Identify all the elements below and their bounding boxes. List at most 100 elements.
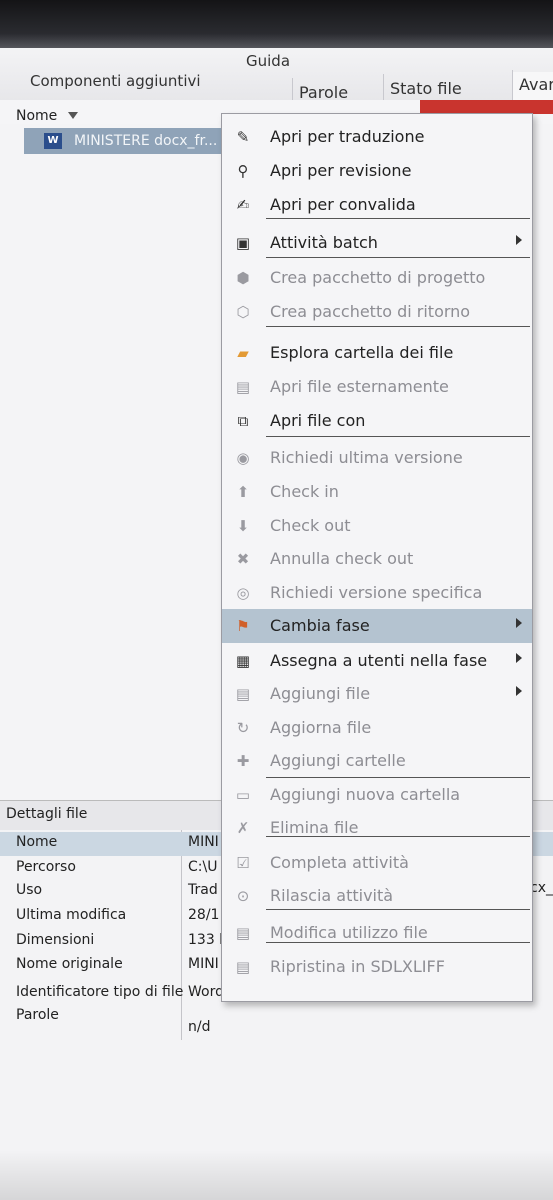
details-value: n/d xyxy=(188,1019,211,1035)
menu-item[interactable]: ⧉ Apri file con xyxy=(222,404,532,438)
truncated-value: cx_ xyxy=(530,880,553,896)
menu-item-label: Rilascia attività xyxy=(270,886,394,905)
sort-down-icon[interactable] xyxy=(68,112,78,119)
menu-item-label: Check in xyxy=(270,482,339,501)
details-value: 133 l xyxy=(188,932,224,948)
menu-item-label: Cambia fase xyxy=(270,616,370,635)
details-value: MINI xyxy=(188,956,219,972)
menu-separator xyxy=(266,436,530,437)
menu-item[interactable]: ✗ Elimina file xyxy=(222,811,532,845)
menu-item[interactable]: ⬡ Crea pacchetto di ritorno xyxy=(222,295,532,329)
details-key: Nome originale xyxy=(16,956,123,972)
menu-item-label: Apri file con xyxy=(270,411,366,430)
menu-item-label: Esplora cartella dei file xyxy=(270,343,454,362)
details-key: Dimensioni xyxy=(16,932,95,948)
chevron-right-icon xyxy=(516,653,522,663)
details-key: Identificatore tipo di file xyxy=(16,984,184,1000)
menu-item[interactable]: ▤ Ripristina in SDLXLIFF xyxy=(222,950,532,984)
menu-item-label: Aggiungi nuova cartella xyxy=(270,785,461,804)
menu-item[interactable]: ▤ Apri file esternamente xyxy=(222,370,532,404)
file-details-title: Dettagli file xyxy=(6,806,88,822)
details-key: Ultima modifica xyxy=(16,907,127,923)
menu-item-label: Richiedi versione specifica xyxy=(270,583,483,602)
details-key: Nome xyxy=(16,834,58,850)
menu-separator xyxy=(266,942,530,943)
open-with-icon: ⧉ xyxy=(237,412,249,430)
progress-bar xyxy=(420,100,553,114)
menu-addons[interactable]: Componenti aggiuntivi xyxy=(30,72,201,90)
chevron-right-icon xyxy=(516,618,522,628)
latest-version-icon: ◉ xyxy=(236,449,250,467)
menu-item[interactable]: ✚ Aggiungi cartelle xyxy=(222,744,532,778)
package-icon: ⬢ xyxy=(236,269,250,287)
menu-separator xyxy=(266,836,530,837)
menu-item-label: Richiedi ultima versione xyxy=(270,448,463,467)
add-file-icon: ▤ xyxy=(235,685,251,703)
menu-item-label: Apri per revisione xyxy=(270,161,412,180)
details-value: MINI xyxy=(188,834,219,850)
menu-item[interactable]: ⬢ Crea pacchetto di progetto xyxy=(222,261,532,295)
menu-separator xyxy=(266,218,530,219)
menu-item[interactable]: ⚑ Cambia fase xyxy=(222,609,532,643)
specific-version-icon: ◎ xyxy=(236,584,250,602)
menu-item[interactable]: ⊙ Rilascia attività xyxy=(222,879,532,913)
menu-separator xyxy=(266,777,530,778)
file-row[interactable]: W MINISTERE docx_fr... xyxy=(24,128,224,154)
column-progress[interactable]: Avar xyxy=(512,70,553,100)
file-name: MINISTERE docx_fr... xyxy=(74,133,218,149)
menu-item-label: Ripristina in SDLXLIFF xyxy=(270,957,445,976)
batch-icon: ▣ xyxy=(235,234,251,252)
details-row[interactable]: Parole n/d xyxy=(0,1005,553,1035)
update-file-icon: ↻ xyxy=(236,719,250,737)
new-folder-icon: ▭ xyxy=(235,786,251,804)
menu-item[interactable]: ▣ Attività batch xyxy=(222,226,532,260)
menu-separator xyxy=(266,326,530,327)
chevron-right-icon xyxy=(516,686,522,696)
menu-item-label: Aggiungi cartelle xyxy=(270,751,406,770)
menu-item[interactable]: ☑ Completa attività xyxy=(222,846,532,880)
menu-item-label: Apri per convalida xyxy=(270,195,416,214)
checkbox-icon: ☑ xyxy=(236,854,250,872)
check-in-icon: ⬆ xyxy=(236,483,250,501)
menu-item[interactable]: ▰ Esplora cartella dei file xyxy=(222,336,532,370)
menu-item[interactable]: ✖ Annulla check out xyxy=(222,542,532,576)
calendar-icon: ▦ xyxy=(235,652,251,670)
menu-item[interactable]: ▦ Assegna a utenti nella fase xyxy=(222,644,532,678)
pencil-icon: ✎ xyxy=(236,128,250,146)
return-package-icon: ⬡ xyxy=(236,303,250,321)
menu-item-label: Apri per traduzione xyxy=(270,127,425,146)
menu-item-label: Elimina file xyxy=(270,818,359,837)
menu-item[interactable]: ⚲ Apri per revisione xyxy=(222,154,532,188)
menu-item[interactable]: ▭ Aggiungi nuova cartella xyxy=(222,778,532,812)
delete-file-icon: ✗ xyxy=(236,819,250,837)
menu-item[interactable]: ▤ Modifica utilizzo file xyxy=(222,916,532,950)
menu-item[interactable]: ⬇ Check out xyxy=(222,509,532,543)
menu-item[interactable]: ↻ Aggiorna file xyxy=(222,711,532,745)
details-key: Percorso xyxy=(16,859,76,875)
menu-item-label: Aggiorna file xyxy=(270,718,372,737)
release-icon: ⊙ xyxy=(236,887,250,905)
menu-item[interactable]: ✍ Apri per convalida xyxy=(222,188,532,222)
menu-item-label: Attività batch xyxy=(270,233,378,252)
menu-item-label: Modifica utilizzo file xyxy=(270,923,428,942)
user-sign-icon: ✍ xyxy=(236,196,250,214)
menu-separator xyxy=(266,909,530,910)
menu-guide[interactable]: Guida xyxy=(246,52,290,70)
undo-checkout-icon: ✖ xyxy=(236,550,250,568)
chevron-right-icon xyxy=(516,235,522,245)
document-icon: ▤ xyxy=(235,378,251,396)
folder-icon: ▰ xyxy=(237,344,249,362)
details-key: Uso xyxy=(16,882,43,898)
menu-item[interactable]: ✎ Apri per traduzione xyxy=(222,120,532,154)
menu-item[interactable]: ◉ Richiedi ultima versione xyxy=(222,441,532,475)
menu-item[interactable]: ◎ Richiedi versione specifica xyxy=(222,576,532,610)
menu-item-label: Check out xyxy=(270,516,351,535)
monitor-bezel xyxy=(0,0,553,48)
flag-icon: ⚑ xyxy=(236,617,250,635)
menu-item[interactable]: ⬆ Check in xyxy=(222,475,532,509)
details-value: 28/1 xyxy=(188,907,220,923)
column-name[interactable]: Nome xyxy=(16,108,57,124)
check-out-icon: ⬇ xyxy=(236,517,250,535)
menu-item-label: Apri file esternamente xyxy=(270,377,449,396)
menu-item[interactable]: ▤ Aggiungi file xyxy=(222,677,532,711)
